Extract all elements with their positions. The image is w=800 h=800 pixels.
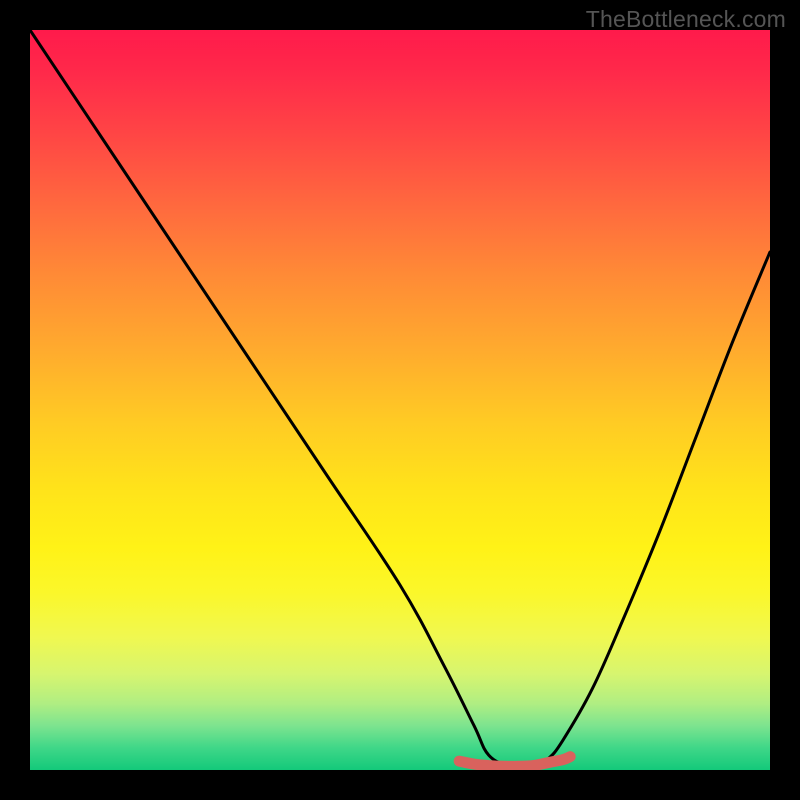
bottleneck-curve (30, 30, 770, 768)
watermark-text: TheBottleneck.com (586, 6, 786, 33)
curve-layer (30, 30, 770, 770)
plot-area (30, 30, 770, 770)
tolerance-band (459, 757, 570, 767)
chart-frame: TheBottleneck.com (0, 0, 800, 800)
